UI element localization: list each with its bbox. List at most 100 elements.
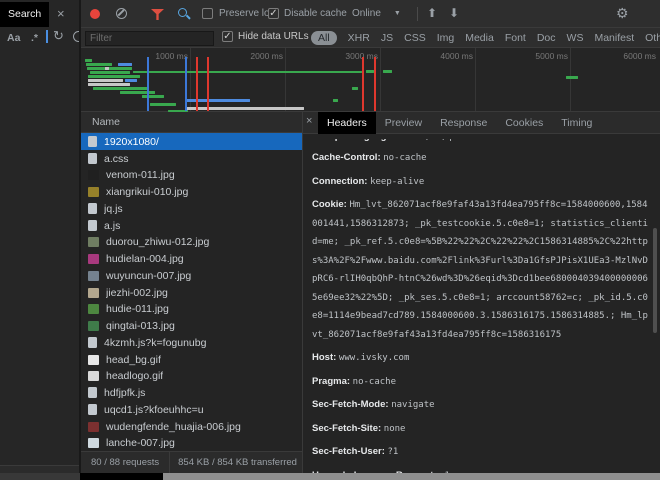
tab-headers[interactable]: Headers — [318, 112, 376, 134]
export-har-icon[interactable]: ⬇ — [449, 7, 459, 19]
request-row[interactable]: duorou_zhiwu-012.jpg — [81, 233, 302, 250]
search-input-caret — [46, 30, 48, 43]
header-value: Hm_lvt_862071acf8e9faf43a13fd4ea795ff8c=… — [312, 200, 648, 340]
document-icon — [88, 404, 97, 415]
throttling-value: Online — [352, 8, 381, 19]
hide-data-urls-label[interactable]: Hide data URLs — [238, 31, 309, 42]
waterfall-bar — [90, 71, 130, 74]
filter-pill-doc[interactable]: Doc — [537, 32, 556, 44]
request-row[interactable]: uqcd1.js?kfoeuhhc=u — [81, 401, 302, 418]
timeline-gridline — [475, 48, 476, 111]
clear-search-icon[interactable] — [73, 31, 81, 42]
header-entry: Cache-Control: no-cache — [312, 148, 652, 167]
header-value: keep-alive — [370, 177, 424, 187]
page-event-line — [185, 57, 187, 111]
filter-pill-manifest[interactable]: Manifest — [594, 32, 634, 44]
filter-input[interactable] — [85, 31, 214, 46]
filter-pill-ws[interactable]: WS — [567, 32, 584, 44]
header-name: Host: — [312, 352, 339, 363]
hide-data-urls-checkbox[interactable]: ✓ — [222, 31, 233, 42]
header-name: Cookie: — [312, 199, 349, 210]
request-name: venom-011.jpg — [106, 169, 175, 181]
document-icon — [88, 203, 97, 214]
request-row[interactable]: 4kzmh.js?k=fogunubg — [81, 334, 302, 351]
request-row[interactable]: 1920x1080/ — [81, 133, 302, 150]
tab-timing[interactable]: Timing — [552, 112, 601, 134]
filter-pill-font[interactable]: Font — [505, 32, 526, 44]
filter-pill-css[interactable]: CSS — [404, 32, 426, 44]
settings-gear-icon[interactable]: ⚙ — [616, 6, 629, 20]
header-entry: Sec-Fetch-Site: none — [312, 419, 652, 438]
scrollbar-thumb[interactable] — [653, 228, 657, 333]
request-row[interactable]: hdfjpfk.js — [81, 384, 302, 401]
throttling-dropdown[interactable]: Online ▼ — [352, 8, 401, 19]
filter-pill-xhr[interactable]: XHR — [348, 32, 370, 44]
transferred-size: 854 KB / 854 KB transferred — [170, 457, 305, 468]
clear-requests-icon[interactable] — [116, 8, 127, 19]
request-row[interactable]: wuyuncun-007.jpg — [81, 267, 302, 284]
waterfall-bar — [150, 103, 176, 106]
request-row[interactable]: qingtai-013.jpg — [81, 317, 302, 334]
header-name: Sec-Fetch-Mode: — [312, 399, 391, 410]
preserve-log-label[interactable]: Preserve log — [219, 8, 275, 19]
filter-pill-media[interactable]: Media — [465, 32, 494, 44]
header-entry: Host: www.ivsky.com — [312, 348, 652, 367]
import-har-icon[interactable]: ⬆ — [427, 7, 437, 19]
request-row[interactable]: a.js — [81, 217, 302, 234]
header-entry: Cookie: Hm_lvt_862071acf8e9faf43a13fd4ea… — [312, 195, 652, 343]
timeline-tick: 2000 ms — [225, 51, 283, 61]
tab-cookies[interactable]: Cookies — [496, 112, 552, 134]
request-name: hudie-011.jpg — [106, 303, 169, 315]
waterfall-bar — [142, 95, 164, 98]
request-name: hdfjpfk.js — [104, 387, 145, 399]
waterfall-bar — [383, 70, 392, 73]
request-name: uqcd1.js?kfoeuhhc=u — [104, 404, 204, 416]
request-row[interactable]: head_bg.gif — [81, 351, 302, 368]
filter-pill-img[interactable]: Img — [437, 32, 455, 44]
record-icon[interactable] — [90, 9, 100, 19]
details-close-icon[interactable]: × — [306, 116, 312, 127]
request-name: qingtai-013.jpg — [106, 320, 175, 332]
tab-response[interactable]: Response — [431, 112, 496, 134]
filter-pill-other[interactable]: Other — [645, 32, 660, 44]
match-case-button[interactable]: Aa — [7, 32, 20, 44]
waterfall-bar — [120, 91, 155, 94]
request-row[interactable]: jq.js — [81, 200, 302, 217]
search-panel: Search × Aa .* ↻ — [0, 0, 81, 473]
image-thumbnail-icon — [88, 271, 99, 281]
waterfall-bar — [366, 70, 374, 73]
header-name: Pragma: — [312, 376, 353, 387]
request-row[interactable]: headlogo.gif — [81, 367, 302, 384]
request-row[interactable]: hudielan-004.jpg — [81, 250, 302, 267]
header-entry: Pragma: no-cache — [312, 372, 652, 391]
search-close-icon[interactable]: × — [57, 7, 65, 20]
name-column-header[interactable]: Name — [81, 112, 302, 133]
request-row[interactable]: wudengfende_huajia-006.jpg — [81, 418, 302, 435]
image-thumbnail-icon — [88, 422, 99, 432]
search-panel-footer — [0, 465, 81, 473]
header-value: no-cache — [353, 377, 396, 387]
filter-pill-js[interactable]: JS — [381, 32, 393, 44]
refresh-icon[interactable]: ↻ — [53, 29, 64, 42]
filter-pill-all[interactable]: All — [311, 31, 337, 45]
disable-cache-checkbox[interactable]: ✓ — [268, 8, 279, 19]
tab-preview[interactable]: Preview — [376, 112, 431, 134]
request-row[interactable]: a.css — [81, 150, 302, 167]
preserve-log-checkbox[interactable] — [202, 8, 213, 19]
search-tab[interactable]: Search — [0, 2, 49, 27]
request-row[interactable]: xiangrikui-010.jpg — [81, 183, 302, 200]
requests-count: 80 / 88 requests — [81, 452, 170, 473]
request-row[interactable]: jiezhi-002.jpg — [81, 284, 302, 301]
header-name: Sec-Fetch-Site: — [312, 423, 384, 434]
request-row[interactable]: venom-011.jpg — [81, 166, 302, 183]
check-icon: ✓ — [269, 8, 277, 19]
regex-button[interactable]: .* — [31, 32, 38, 44]
document-icon — [88, 153, 97, 164]
request-name: 4kzmh.js?k=fogunubg — [104, 337, 206, 349]
search-icon[interactable] — [178, 8, 190, 20]
filter-pills: All XHR JS CSS Img Media Font Doc WS Manifest Othe… — [311, 28, 660, 48]
request-row[interactable]: lanche-007.jpg — [81, 434, 302, 451]
page-event-line — [362, 57, 364, 111]
disable-cache-label[interactable]: Disable cache — [284, 8, 347, 19]
request-row[interactable]: hudie-011.jpg — [81, 300, 302, 317]
